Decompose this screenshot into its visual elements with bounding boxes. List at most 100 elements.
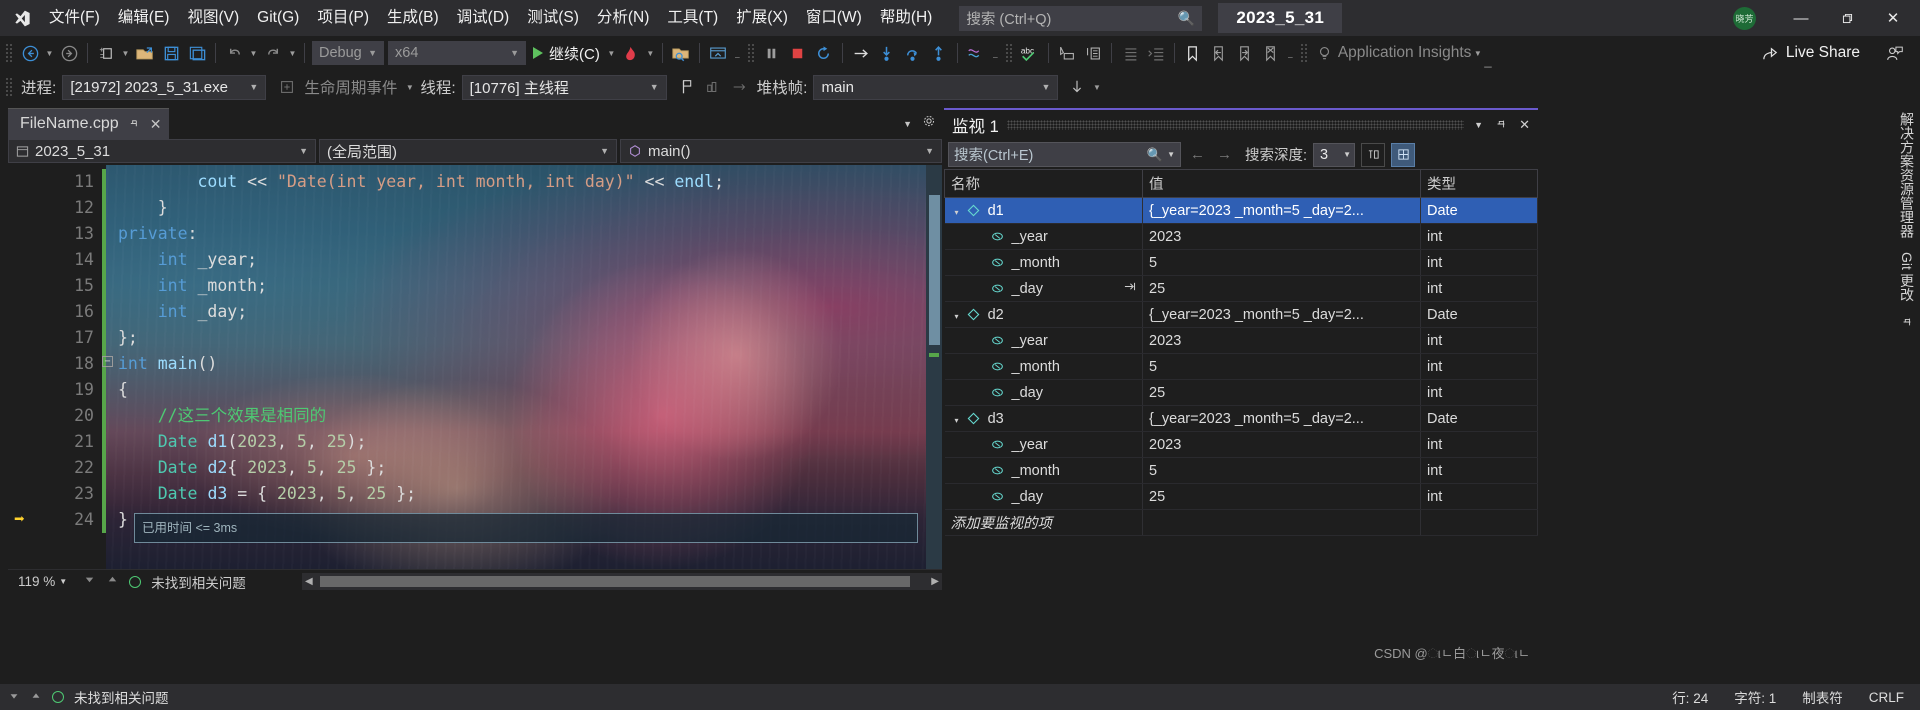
column-header-type[interactable]: 类型	[1420, 169, 1538, 198]
pause-icon[interactable]	[759, 40, 785, 66]
hot-reload-dropdown-icon[interactable]: ▼	[644, 49, 657, 58]
navbar-scope-dropdown[interactable]: (全局范围) ▼	[319, 139, 617, 163]
watch-row-name[interactable]: _day	[944, 379, 1143, 406]
restart-icon[interactable]	[811, 40, 837, 66]
stackframe-dropdown[interactable]: main ▼	[813, 74, 1059, 100]
pin-tab-icon[interactable]	[129, 116, 140, 132]
expander-icon[interactable]: ▾	[951, 208, 963, 217]
watch-row-value[interactable]: 2023	[1142, 431, 1421, 458]
undo-dropdown-icon[interactable]: ▼	[247, 49, 260, 58]
scroll-right-icon[interactable]: ▶	[931, 576, 939, 587]
table-row[interactable]: _month 5 int	[944, 457, 1538, 484]
solution-configuration-dropdown[interactable]: Debug ▼	[312, 41, 384, 65]
add-watch-row[interactable]: 添加要监视的项	[944, 509, 1538, 536]
new-project-dropdown-icon[interactable]: ▼	[119, 49, 132, 58]
stackframe-extra-icon[interactable]	[1064, 74, 1090, 100]
navigate-backward-dropdown-icon[interactable]: ▼	[43, 49, 56, 58]
expander-icon[interactable]: ▾	[951, 416, 963, 425]
code-text-column[interactable]: cout << "Date(int year, int month, int d…	[102, 165, 942, 569]
menu-item-project[interactable]: 项目(P)	[308, 3, 378, 33]
watch-row-value[interactable]: 5	[1142, 353, 1421, 380]
spellcheck-abc-icon[interactable]: abc	[1017, 40, 1043, 66]
watch-row-name[interactable]: _day	[944, 275, 1143, 302]
thread-marker-icon[interactable]	[727, 74, 753, 100]
watch-row-name[interactable]: _month	[944, 457, 1143, 484]
navigate-forward-icon[interactable]	[56, 40, 82, 66]
search-folder-icon[interactable]	[668, 40, 694, 66]
break-all-dropdown-icon[interactable]: _	[731, 49, 744, 58]
watch-row-name[interactable]: ▾ d2	[944, 301, 1143, 328]
threads-dropdown-icon[interactable]: _	[989, 49, 1002, 58]
lifecycle-dropdown-icon[interactable]: ▼	[403, 83, 416, 92]
vertical-tab-solution-explorer[interactable]: 解决方案资源管理器	[1897, 112, 1917, 238]
process-dropdown[interactable]: [21972] 2023_5_31.exe ▼	[62, 74, 267, 100]
menu-item-extensions[interactable]: 扩展(X)	[727, 3, 797, 33]
table-row[interactable]: _month 5 int	[944, 353, 1538, 380]
chevron-down-icon[interactable]: ▼	[1167, 150, 1175, 159]
minimize-button[interactable]: —	[1778, 0, 1824, 36]
hot-reload-icon[interactable]	[618, 40, 644, 66]
zoom-level-dropdown[interactable]: 119 % ▼	[8, 574, 73, 589]
search-previous-icon[interactable]: ←	[1187, 146, 1208, 163]
next-issue-icon[interactable]	[106, 573, 119, 591]
step-out-icon[interactable]	[926, 40, 952, 66]
solution-platform-dropdown[interactable]: x64 ▼	[388, 41, 526, 65]
menu-item-test[interactable]: 测试(S)	[518, 3, 588, 33]
pin-panel-icon[interactable]	[1493, 118, 1509, 133]
menu-item-git[interactable]: Git(G)	[248, 3, 308, 33]
vertical-tab-git-changes[interactable]: Git 更改	[1897, 252, 1917, 302]
next-bookmark-icon[interactable]	[1232, 40, 1258, 66]
debugbar-overflow-icon[interactable]: ▼	[1090, 83, 1103, 92]
toolbar-grip[interactable]	[1004, 43, 1014, 63]
step-into-icon[interactable]	[874, 40, 900, 66]
watch-row-name[interactable]: _month	[944, 353, 1143, 380]
avatar[interactable]: 晓芳	[1733, 6, 1756, 30]
toolbar-grip[interactable]	[5, 43, 14, 63]
watch-row-value[interactable]: 25	[1142, 379, 1421, 406]
stop-debugging-icon[interactable]	[785, 40, 811, 66]
close-button[interactable]: ✕	[1870, 0, 1916, 36]
uncomment-selection-icon[interactable]	[1080, 40, 1106, 66]
menu-item-view[interactable]: 视图(V)	[178, 3, 248, 33]
table-row[interactable]: _day 25 int	[944, 275, 1538, 302]
watch-row-value[interactable]: {_year=2023 _month=5 _day=2...	[1142, 301, 1421, 328]
tab-settings-gear-icon[interactable]	[922, 114, 936, 133]
show-threads-icon[interactable]	[701, 74, 727, 100]
table-row[interactable]: _year 2023 int	[944, 223, 1538, 250]
close-tab-icon[interactable]: ✕	[150, 116, 162, 133]
table-row[interactable]: _month 5 int	[944, 249, 1538, 276]
maximize-button[interactable]	[1824, 0, 1870, 36]
watch-row-value[interactable]: 25	[1142, 483, 1421, 510]
table-row[interactable]: ▾ d3 {_year=2023 _month=5 _day=2... Date	[944, 405, 1538, 432]
table-row[interactable]: _year 2023 int	[944, 431, 1538, 458]
menu-item-file[interactable]: 文件(F)	[40, 3, 109, 33]
watch-row-value[interactable]: 5	[1142, 457, 1421, 484]
continue-button[interactable]: 继续(C)	[528, 40, 605, 66]
search-next-icon[interactable]: →	[1214, 146, 1235, 163]
redo-icon[interactable]	[260, 40, 286, 66]
toolbar-grip[interactable]	[1299, 43, 1309, 63]
expander-icon[interactable]: ▾	[951, 312, 963, 321]
watch-row-name[interactable]: _year	[944, 431, 1143, 458]
status-next-issue-icon[interactable]	[30, 690, 42, 705]
menu-item-analyze[interactable]: 分析(N)	[588, 3, 659, 33]
menu-item-debug[interactable]: 调试(D)	[448, 3, 519, 33]
step-over-icon[interactable]	[900, 40, 926, 66]
new-project-icon[interactable]	[93, 40, 119, 66]
hscrollbar-thumb[interactable]	[320, 576, 910, 587]
navigate-backward-icon[interactable]	[17, 40, 43, 66]
vertical-tabs-pin-icon[interactable]	[1899, 316, 1915, 328]
refresh-value-icon[interactable]	[1123, 281, 1136, 295]
global-search-input[interactable]: 搜索 (Ctrl+Q) 🔍	[959, 5, 1203, 31]
watch-row-name[interactable]: ▾ d3	[944, 405, 1143, 432]
application-insights-button[interactable]: Application Insights ▼	[1338, 44, 1485, 62]
menu-item-tools[interactable]: 工具(T)	[658, 3, 727, 33]
decrease-indent-icon[interactable]	[1117, 40, 1143, 66]
flag-thread-icon[interactable]	[675, 74, 701, 100]
watch-row-value[interactable]: 25	[1142, 275, 1421, 302]
save-icon[interactable]	[158, 40, 184, 66]
redo-dropdown-icon[interactable]: ▼	[286, 49, 299, 58]
add-watch-label[interactable]: 添加要监视的项	[944, 509, 1143, 536]
live-share-button[interactable]: Live Share	[1761, 44, 1860, 63]
table-row[interactable]: ▾ d1 {_year=2023 _month=5 _day=2... Date	[944, 197, 1538, 224]
